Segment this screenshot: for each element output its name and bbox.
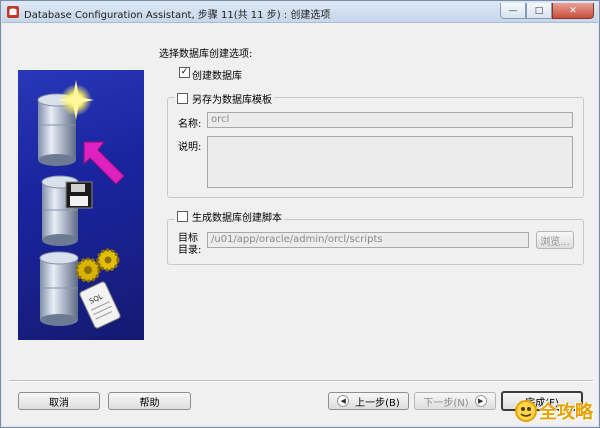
template-description-label: 说明: — [178, 142, 202, 153]
help-button[interactable]: 帮助 — [108, 392, 191, 410]
save-template-checkbox[interactable] — [177, 93, 188, 104]
oracle-app-icon — [7, 6, 19, 18]
database-cylinders-illustration: SQL — [37, 80, 125, 329]
generate-scripts-checkbox[interactable] — [177, 211, 188, 222]
cancel-button[interactable]: 取消 — [18, 392, 100, 410]
close-button[interactable]: ✕ — [552, 3, 594, 19]
watermark-text: 全攻略 — [539, 402, 593, 423]
back-button-label: 上一步(B) — [355, 397, 400, 409]
next-arrow-icon: ▶ — [474, 395, 487, 407]
next-button[interactable]: 下一步(N) ▶ — [414, 392, 496, 410]
next-button-label: 下一步(N) — [423, 397, 469, 409]
create-database-checkbox[interactable]: ✓ — [179, 67, 190, 78]
back-arrow-icon: ◀ — [337, 395, 350, 407]
window-title: Database Configuration Assistant, 步骤 11(… — [24, 10, 331, 21]
wizard-illustration: SQL — [18, 70, 144, 340]
generate-scripts-legend: 生成数据库创建脚本 — [175, 209, 284, 224]
maximize-button[interactable]: □ — [526, 3, 552, 19]
script-destination-input[interactable]: /u01/app/oracle/admin/orcl/scripts — [207, 232, 529, 248]
generate-scripts-label: 生成数据库创建脚本 — [192, 213, 282, 224]
site-watermark: 全攻略 — [515, 398, 593, 424]
title-bar[interactable]: Database Configuration Assistant, 步骤 11(… — [2, 2, 598, 23]
options-prompt: 选择数据库创建选项: — [159, 49, 253, 60]
save-template-label: 另存为数据库模板 — [192, 95, 272, 106]
footer-separator — [9, 380, 593, 382]
watermark-logo-icon — [515, 400, 537, 422]
browse-button[interactable]: 浏览... — [536, 231, 574, 249]
destination-label-line2: 目录: — [178, 245, 202, 256]
dbca-window: Database Configuration Assistant, 步骤 11(… — [0, 0, 600, 428]
template-name-label: 名称: — [178, 119, 202, 130]
back-button[interactable]: ◀ 上一步(B) — [328, 392, 409, 410]
create-database-label: 创建数据库 — [192, 71, 242, 82]
minimize-button[interactable]: — — [500, 3, 526, 19]
template-name-input[interactable]: orcl — [207, 112, 573, 128]
save-template-legend: 另存为数据库模板 — [175, 91, 274, 106]
template-description-textarea[interactable] — [207, 136, 573, 188]
